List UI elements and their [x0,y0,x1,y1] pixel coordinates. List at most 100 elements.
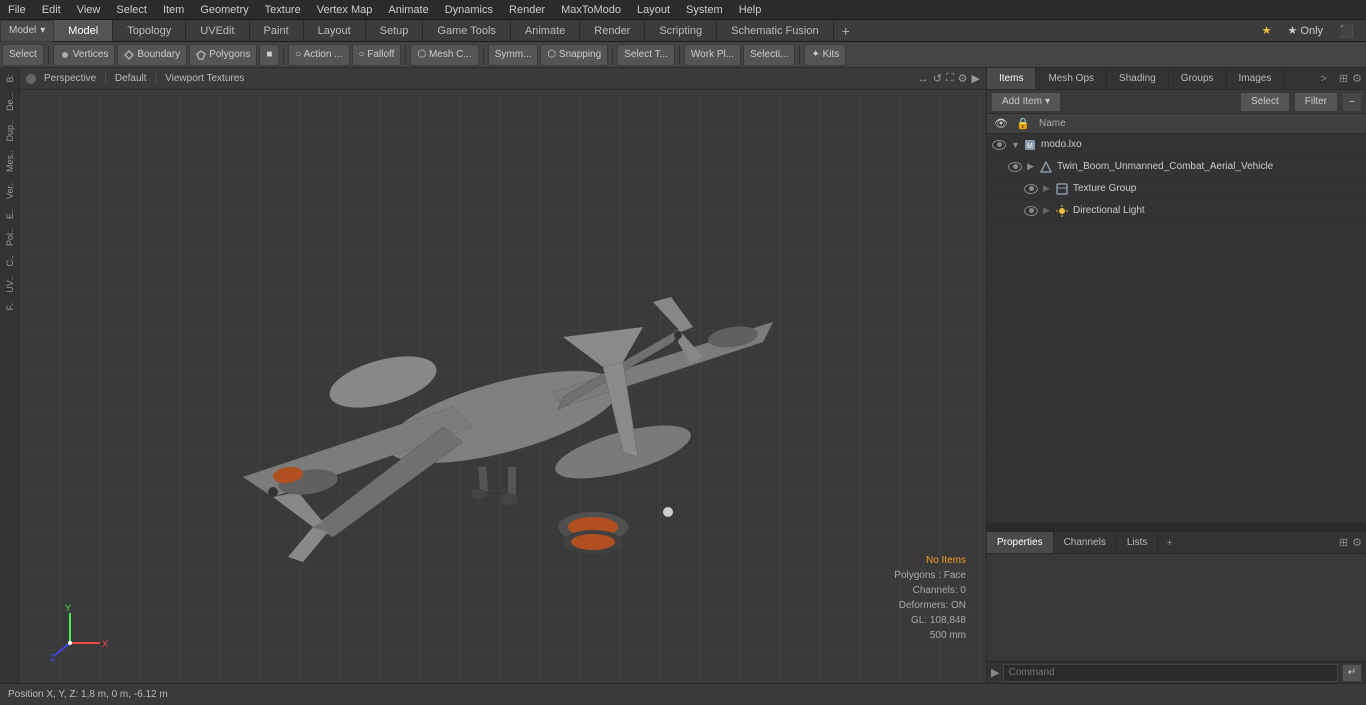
boundary-mode-button[interactable]: Boundary [117,44,187,66]
menu-geometry[interactable]: Geometry [192,2,256,18]
tab-setup[interactable]: Setup [366,20,424,41]
menu-render[interactable]: Render [501,2,553,18]
command-arrow-icon[interactable]: ▶ [991,666,999,679]
polygons-mode-button[interactable]: Polygons [189,44,257,66]
main-content: B: De... Dup.. Mes.. Ver.. E.. Pol.. C..… [0,68,1366,683]
tab-schematic[interactable]: Schematic Fusion [717,20,833,41]
expand-btn-texture[interactable]: ▶ [1043,183,1055,194]
prop-tab-channels[interactable]: Channels [1054,532,1117,553]
list-item[interactable]: ▶ Twin_Boom_Unmanned_Combat_Aerial_Vehic… [987,156,1366,178]
position-label: Position X, Y, Z: [8,689,78,700]
expand-btn-light[interactable]: ▶ [1043,205,1055,216]
panel-settings-icon[interactable]: ⚙ [1352,72,1362,85]
sidebar-item-ver[interactable]: Ver.. [3,177,17,203]
visibility-btn-twin[interactable] [1007,159,1023,175]
visibility-btn-texture[interactable] [1023,181,1039,197]
tab-topology[interactable]: Topology [113,20,186,41]
items-minus-button[interactable]: − [1342,92,1362,112]
list-item[interactable]: ▶ Directional Light [987,200,1366,222]
prop-tab-plus[interactable]: + [1158,534,1180,552]
panel-tab-more[interactable]: > [1312,70,1334,88]
menu-texture[interactable]: Texture [257,2,309,18]
menu-layout[interactable]: Layout [629,2,678,18]
menu-file[interactable]: File [0,2,34,18]
menu-dynamics[interactable]: Dynamics [437,2,501,18]
menu-help[interactable]: Help [731,2,770,18]
panel-tabs: Items Mesh Ops Shading Groups Images > ⊞… [987,68,1366,90]
kits-button[interactable]: ✦ Kits [804,44,846,66]
select-tool-button[interactable]: Select [2,44,44,66]
panel-tab-groups[interactable]: Groups [1169,68,1227,89]
tab-model[interactable]: Model [54,20,113,41]
list-item[interactable]: ▶ Texture Group [987,178,1366,200]
tab-animate[interactable]: Animate [511,20,580,41]
panel-expand-icon[interactable]: ⊞ [1339,72,1348,85]
sidebar-item-e[interactable]: E.. [3,204,17,223]
tab-uvedit[interactable]: UVEdit [186,20,249,41]
viewport-fit-icon[interactable]: ↔ [918,73,929,85]
tab-paint[interactable]: Paint [250,20,304,41]
viewport-play-icon[interactable]: ▶ [972,72,980,85]
panel-tab-items[interactable]: Items [987,68,1036,89]
menu-select[interactable]: Select [108,2,155,18]
panel-tab-meshops[interactable]: Mesh Ops [1036,68,1107,89]
work-plane-button[interactable]: Work Pl... [684,44,741,66]
viewport-render-mode-label[interactable]: Default [115,73,147,84]
add-item-button[interactable]: Add Item ▾ [991,92,1061,112]
points-mode-button[interactable]: Vertices [53,44,116,66]
falloff-button[interactable]: ○ Falloff [352,44,402,66]
select-through-button[interactable]: Select T... [617,44,675,66]
mode-btn[interactable]: ■ [259,44,279,66]
prop-expand-icon[interactable]: ⊞ [1339,536,1348,549]
menu-maxtomodo[interactable]: MaxToModo [553,2,629,18]
prop-tab-lists[interactable]: Lists [1117,532,1159,553]
sidebar-item-c[interactable]: C.. [3,251,17,271]
viewport-shading-label[interactable]: Viewport Textures [165,73,244,84]
menu-system[interactable]: System [678,2,731,18]
sidebar-item-b[interactable]: B: [3,70,17,87]
tab-gametools[interactable]: Game Tools [423,20,511,41]
select-button[interactable]: Select [1240,92,1290,112]
menu-item[interactable]: Item [155,2,192,18]
sidebar-item-mes[interactable]: Mes.. [3,146,17,176]
expand-btn-modo[interactable]: ▼ [1011,140,1023,150]
sidebar-item-de[interactable]: De... [3,88,17,115]
command-enter-button[interactable]: ↵ [1342,664,1362,682]
filter-button[interactable]: Filter [1294,92,1338,112]
visibility-btn-light[interactable] [1023,203,1039,219]
selection-sets-button[interactable]: Selecti... [743,44,795,66]
aircraft-svg [113,127,893,647]
viewport-fullscreen-icon[interactable]: ⛶ [946,72,954,85]
menu-view[interactable]: View [69,2,109,18]
menu-edit[interactable]: Edit [34,2,69,18]
viewport-canvas[interactable]: No Items Polygons : Face Channels: 0 Def… [20,90,986,683]
gl-status: GL: 108,848 [894,613,966,628]
tab-layout[interactable]: Layout [304,20,366,41]
list-item[interactable]: ▼ M modo.lxo [987,134,1366,156]
viewport-settings-icon[interactable]: ⚙ [958,72,968,85]
sidebar-item-dup[interactable]: Dup.. [3,116,17,146]
mesh-constraint-button[interactable]: ⬡ Mesh C... [410,44,478,66]
snapping-button[interactable]: ⬡ Snapping [540,44,608,66]
viewport-rotate-icon[interactable]: ↺ [933,72,942,85]
maximize-icon[interactable]: ⬛ [1333,22,1360,40]
tab-render[interactable]: Render [580,20,645,41]
sidebar-item-uv[interactable]: UV.. [3,272,17,297]
expand-btn-twin[interactable]: ▶ [1027,161,1039,172]
action-button[interactable]: ○ Action ... [288,44,349,66]
prop-settings-icon[interactable]: ⚙ [1352,536,1362,549]
visibility-btn-modo[interactable] [991,137,1007,153]
symmetry-button[interactable]: Symm... [488,44,539,66]
sidebar-item-f[interactable]: F.. [3,297,17,315]
menu-animate[interactable]: Animate [380,2,436,18]
prop-tab-properties[interactable]: Properties [987,532,1054,553]
command-input[interactable] [1003,664,1338,682]
menu-vertex-map[interactable]: Vertex Map [309,2,381,18]
default-layouts-button[interactable]: Model ▾ [0,20,54,42]
sidebar-item-pol[interactable]: Pol.. [3,224,17,250]
panel-tab-images[interactable]: Images [1227,68,1285,89]
tab-scripting[interactable]: Scripting [645,20,717,41]
panel-tab-shading[interactable]: Shading [1107,68,1169,89]
viewport-perspective-label[interactable]: Perspective [44,73,96,84]
add-tab-button[interactable]: + [834,20,858,42]
